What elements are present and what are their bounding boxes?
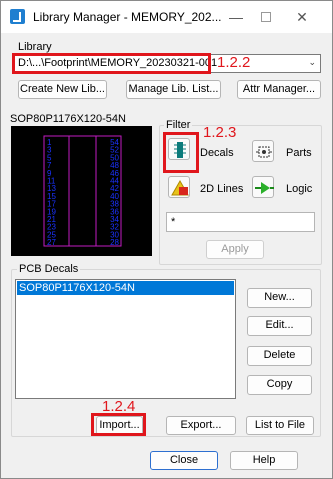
preview-title: SOP80P1176X120-54N <box>10 113 126 125</box>
logic-icon <box>255 182 274 194</box>
2d-lines-filter-label: 2D Lines <box>200 183 244 195</box>
2d-lines-filter-button[interactable] <box>168 176 190 198</box>
filter-input-value: * <box>171 216 176 228</box>
attr-manager-button[interactable]: Attr Manager... <box>237 80 321 99</box>
list-to-file-button[interactable]: List to File <box>246 416 314 435</box>
decal-body <box>68 135 97 247</box>
library-label: Library <box>18 41 52 53</box>
app-icon <box>10 9 25 24</box>
right-pin-labels: 5452504846444240383634323028 <box>110 138 119 247</box>
highlight-library-path <box>12 53 211 74</box>
apply-button[interactable]: Apply <box>206 240 264 259</box>
2d-lines-icon <box>171 179 189 196</box>
library-manager-window: Library Manager - MEMORY_202... — ✕ Libr… <box>0 0 333 479</box>
decal-preview-graphic: 13579111315171921232527 5452504846444240… <box>43 135 122 247</box>
decal-list[interactable]: SOP80P1176X120-54N <box>15 279 236 399</box>
export-button[interactable]: Export... <box>166 416 236 435</box>
pin-label: 28 <box>110 238 119 247</box>
annotation-1-2-3: 1.2.3 <box>203 124 237 141</box>
logic-filter-label: Logic <box>286 183 313 195</box>
pcb-decals-label: PCB Decals <box>17 263 81 275</box>
close-window-button[interactable]: ✕ <box>287 5 317 29</box>
decals-filter-label: Decals <box>200 147 234 159</box>
maximize-icon <box>261 12 271 22</box>
highlight-import-button <box>91 413 146 436</box>
parts-filter-label: Parts <box>286 147 312 159</box>
edit-button[interactable]: Edit... <box>247 316 312 336</box>
annotation-1-2-4: 1.2.4 <box>102 398 136 415</box>
filter-label: Filter <box>164 119 193 131</box>
decal-preview: 1 3 5 7 9 11 13 15 17 19 21 23 25 27 54 52 50 48 46 44 42 40… <box>11 126 152 256</box>
title-bar: Library Manager - MEMORY_202... — ✕ <box>1 1 332 33</box>
parts-filter-button[interactable] <box>252 140 274 162</box>
copy-button[interactable]: Copy <box>247 375 312 395</box>
parts-icon <box>256 146 272 158</box>
new-button[interactable]: New... <box>247 288 312 308</box>
minimize-button[interactable]: — <box>221 5 251 29</box>
close-button[interactable]: Close <box>150 451 218 470</box>
manage-lib-list-button[interactable]: Manage Lib. List... <box>126 80 221 99</box>
pin-label: 27 <box>47 238 56 247</box>
maximize-button[interactable] <box>251 5 281 29</box>
filter-input[interactable]: * <box>166 212 315 232</box>
delete-button[interactable]: Delete <box>247 346 312 366</box>
logic-filter-button[interactable] <box>252 176 274 198</box>
left-pin-labels: 13579111315171921232527 <box>47 138 56 247</box>
annotation-1-2-2: 1.2.2 <box>217 54 251 71</box>
highlight-decals-filter <box>163 132 199 173</box>
dropdown-arrow-icon: ⌄ <box>308 57 316 67</box>
help-button[interactable]: Help <box>230 451 298 470</box>
list-item[interactable]: SOP80P1176X120-54N <box>17 281 234 295</box>
create-new-lib-button[interactable]: Create New Lib... <box>18 80 107 99</box>
window-title: Library Manager - MEMORY_202... <box>33 10 222 24</box>
